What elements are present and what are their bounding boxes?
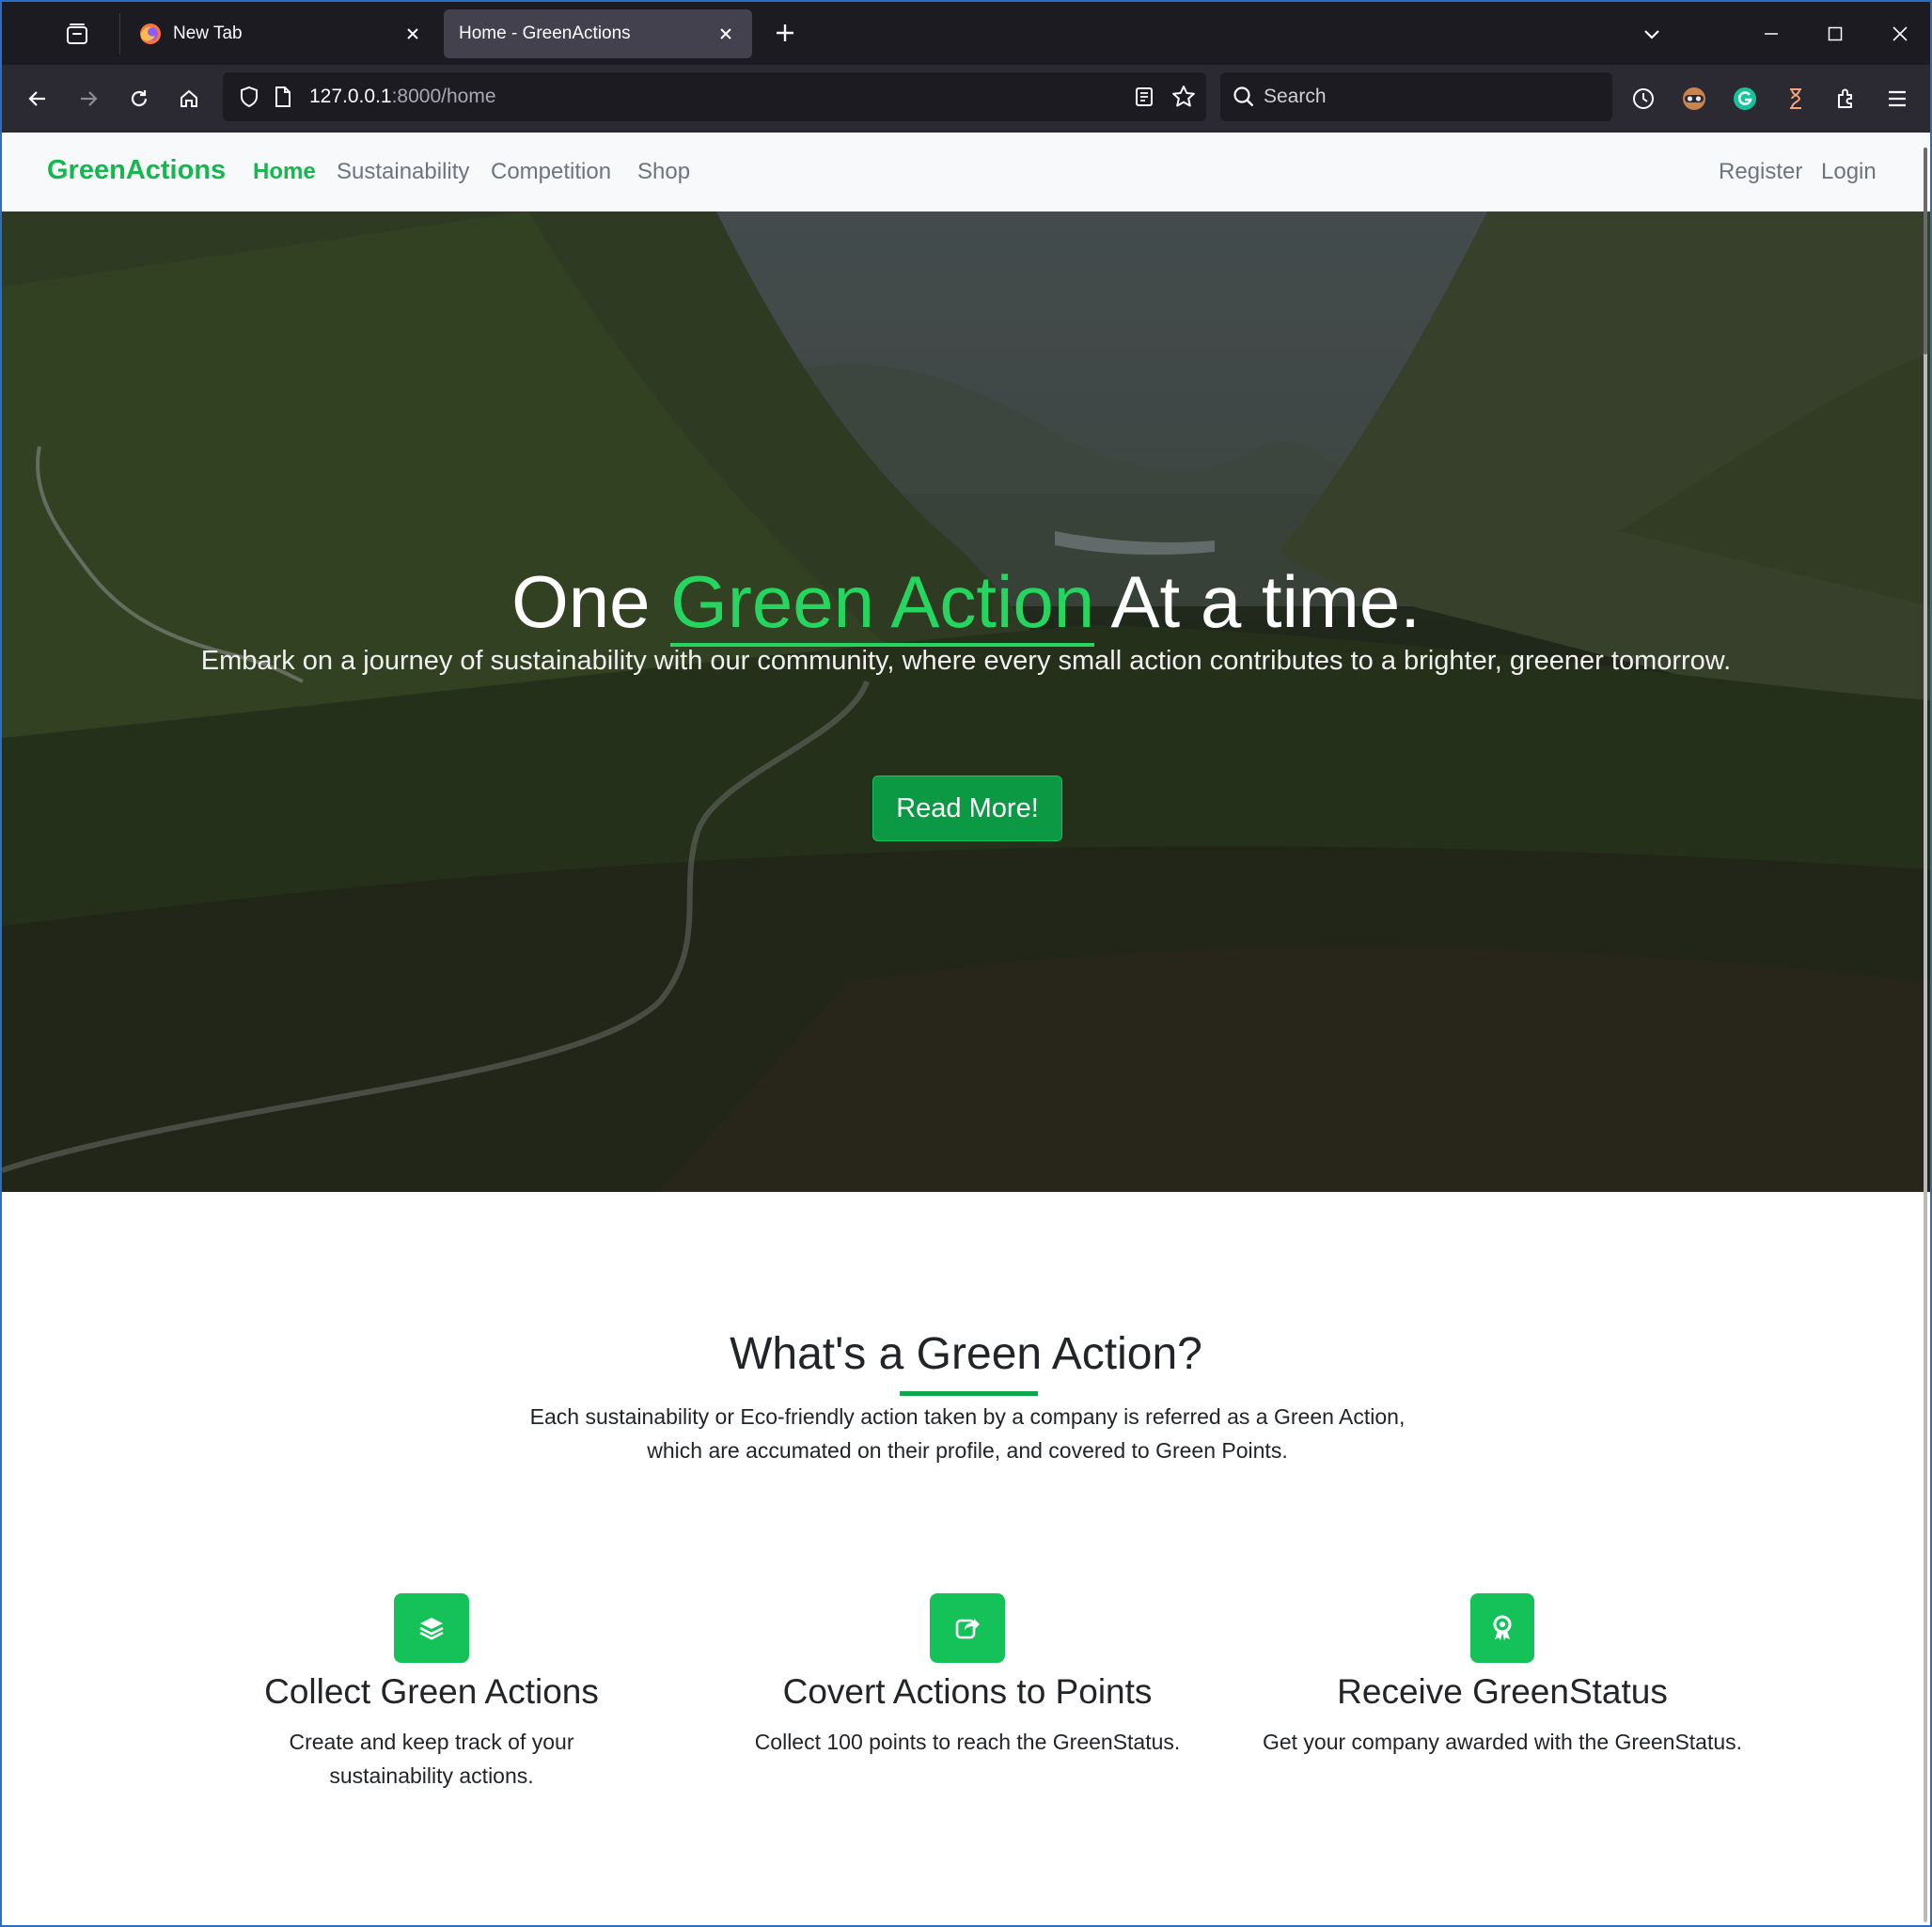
reader-view-icon[interactable] bbox=[1125, 78, 1163, 116]
nav-link-shop[interactable]: Shop bbox=[637, 159, 690, 185]
award-icon bbox=[1470, 1593, 1534, 1663]
grammarly-icon[interactable] bbox=[1726, 80, 1764, 118]
tab-separator bbox=[119, 13, 120, 55]
nav-link-register[interactable]: Register bbox=[1719, 159, 1802, 185]
feature-convert-actions: Covert Actions to Points Collect 100 poi… bbox=[723, 1593, 1212, 1759]
url-host: 127.0.0.1 bbox=[309, 86, 392, 107]
tab-home-greenactions[interactable]: Home - GreenActions bbox=[444, 9, 752, 58]
brand-logo[interactable]: GreenActions bbox=[47, 155, 226, 186]
home-icon[interactable] bbox=[170, 80, 208, 118]
search-icon bbox=[1232, 85, 1256, 114]
close-tab-icon[interactable] bbox=[401, 23, 424, 45]
feature-title: Collect Green Actions bbox=[264, 1672, 599, 1711]
navigation-toolbar: 127.0.0.1:8000/home Search bbox=[2, 65, 1930, 133]
nav-link-sustainability[interactable]: Sustainability bbox=[337, 159, 469, 185]
tab-bar: New Tab Home - GreenActions bbox=[2, 2, 1930, 65]
tracking-protection-shield-icon[interactable] bbox=[230, 78, 268, 116]
feature-collect-green-actions: Collect Green Actions Create and keep tr… bbox=[187, 1593, 676, 1793]
bookmark-star-icon[interactable] bbox=[1165, 78, 1202, 116]
firefox-icon bbox=[139, 23, 162, 45]
share-icon bbox=[930, 1593, 1005, 1663]
feature-text: Get your company awarded with the GreenS… bbox=[1262, 1730, 1743, 1754]
forward-arrow-icon[interactable] bbox=[70, 80, 107, 118]
search-bar[interactable]: Search bbox=[1220, 72, 1612, 121]
feature-receive-greenstatus: Receive GreenStatus Get your company awa… bbox=[1258, 1593, 1747, 1759]
list-all-tabs-chevron-icon[interactable] bbox=[1633, 15, 1671, 53]
hero-title-accent: Green Action bbox=[670, 560, 1095, 647]
hero-title-end: At a time. bbox=[1094, 560, 1421, 643]
page-viewport: GreenActions Home Sustainability Competi… bbox=[2, 133, 1930, 1925]
hero-subtitle: Embark on a journey of sustainability wi… bbox=[200, 646, 1732, 676]
hero-background-landscape bbox=[2, 212, 1930, 1192]
section-title-underline bbox=[900, 1391, 1038, 1396]
nav-link-login[interactable]: Login bbox=[1821, 159, 1877, 185]
reload-icon[interactable] bbox=[120, 80, 158, 118]
section-description: Each sustainability or Eco-friendly acti… bbox=[497, 1400, 1437, 1467]
nav-link-home[interactable]: Home bbox=[253, 159, 316, 185]
feature-text: Create and keep track of your sustainabi… bbox=[289, 1730, 574, 1788]
url-text: 127.0.0.1:8000/home bbox=[309, 86, 496, 108]
extensions-puzzle-icon[interactable] bbox=[1828, 80, 1865, 118]
close-window-icon[interactable] bbox=[1881, 15, 1919, 53]
read-more-button[interactable]: Read More! bbox=[872, 776, 1062, 841]
feature-text: Collect 100 points to reach the GreenSta… bbox=[754, 1730, 1181, 1754]
scrollbar-thumb[interactable] bbox=[1924, 148, 1927, 354]
tab-title: Home - GreenActions bbox=[459, 24, 631, 43]
tab-title: New Tab bbox=[173, 24, 243, 43]
section-description-line: Each sustainability or Eco-friendly acti… bbox=[529, 1404, 1406, 1429]
search-placeholder: Search bbox=[1264, 86, 1327, 107]
hero-title: One Green Action At a time. bbox=[2, 559, 1930, 647]
browser-window: New Tab Home - GreenActions 127.0.0.1:80… bbox=[0, 0, 1932, 1927]
url-path: :8000/home bbox=[391, 86, 496, 107]
app-menu-hamburger-icon[interactable] bbox=[1878, 80, 1916, 118]
minimize-icon[interactable] bbox=[1752, 15, 1790, 53]
site-navbar: GreenActions Home Sustainability Competi… bbox=[2, 133, 1930, 212]
close-tab-icon[interactable] bbox=[715, 23, 737, 45]
hero-section: One Green Action At a time. Embark on a … bbox=[2, 212, 1930, 1192]
extension-mask-icon[interactable] bbox=[1675, 80, 1713, 118]
maximize-icon[interactable] bbox=[1816, 15, 1854, 53]
page-scrollbar[interactable] bbox=[1924, 148, 1927, 1922]
back-arrow-icon[interactable] bbox=[19, 80, 56, 118]
layers-icon bbox=[394, 1593, 469, 1663]
extension-timer-icon[interactable] bbox=[1777, 80, 1814, 118]
section-title: What's a Green Action? bbox=[730, 1329, 1202, 1379]
new-tab-plus-icon[interactable] bbox=[771, 19, 799, 47]
tab-new-tab[interactable]: New Tab bbox=[124, 9, 439, 58]
tab-overview-icon[interactable] bbox=[58, 15, 96, 53]
feature-title: Covert Actions to Points bbox=[782, 1672, 1153, 1711]
feature-title: Receive GreenStatus bbox=[1337, 1672, 1668, 1711]
history-clock-icon[interactable] bbox=[1625, 80, 1662, 118]
hero-title-start: One bbox=[511, 560, 671, 643]
address-bar[interactable]: 127.0.0.1:8000/home bbox=[223, 72, 1206, 121]
page-info-icon[interactable] bbox=[264, 78, 302, 116]
section-description-line: which are accumated on their profile, an… bbox=[647, 1438, 1288, 1463]
nav-link-competition[interactable]: Competition bbox=[491, 159, 611, 185]
